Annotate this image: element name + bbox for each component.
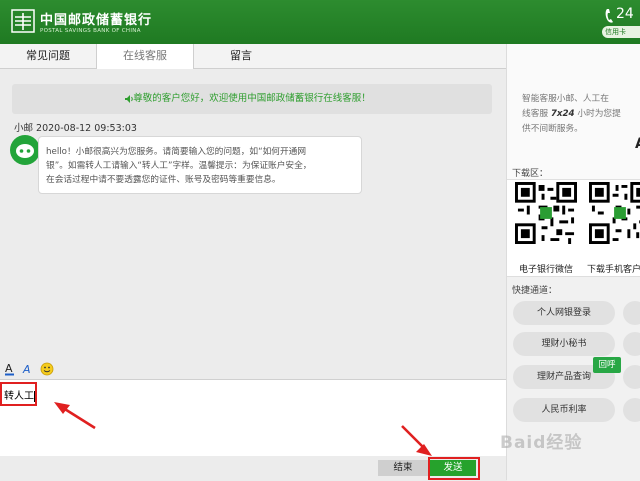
highlight-send-box <box>428 457 480 480</box>
hotline-badge[interactable]: 24 信用卡 <box>602 6 640 40</box>
baidu-watermark: Baid经验 <box>500 433 583 453</box>
input-toolbar: A A <box>0 359 506 380</box>
right-sidebar: 智能客服小邮、人工在 线客服 7x24 小时为您提 供不间断服务。 A 下载区：… <box>506 44 640 481</box>
quick-rmb-interest-rate[interactable]: 人民币利率 <box>513 398 615 422</box>
welcome-notice-text: 尊敬的客户您好，欢迎使用中国邮政储蓄银行在线客服！ <box>133 93 371 104</box>
brand-name-en: POSTAL SAVINGS BANK OF CHINA <box>40 28 141 34</box>
quick-title: 快捷通道： <box>512 286 558 296</box>
download-area: 电子银行微信 下载手机客户 <box>507 179 640 288</box>
intro-line: 线客服 7x24 小时为您提 <box>522 109 621 119</box>
quick-item-clipped[interactable] <box>623 398 640 422</box>
hotline-label: 信用卡 <box>602 26 640 38</box>
tab-faq[interactable]: 常见问题 <box>10 44 86 68</box>
robot-face-icon <box>16 144 34 158</box>
quick-item-clipped[interactable] <box>623 332 640 356</box>
quick-personal-banking-login[interactable]: 个人网银登录 <box>513 301 615 325</box>
clipped-letter: A <box>635 136 640 152</box>
brand-name-cn: 中国邮政储蓄银行 <box>40 13 153 28</box>
message-line: hello！小邮很高兴为您服务。请简要输入您的问题，如“如何开通网 <box>46 147 307 157</box>
header-bar: 中国邮政储蓄银行 POSTAL SAVINGS BANK OF CHINA 24… <box>0 0 640 44</box>
welcome-notice: 尊敬的客户您好，欢迎使用中国邮政储蓄银行在线客服！ <box>12 84 492 114</box>
font-color-icon[interactable]: A <box>4 362 18 376</box>
psbc-logo-icon <box>11 9 35 33</box>
download-title: 下载区： <box>512 169 549 179</box>
message-line: 银”。如需转人工请输入“转人工”字样。温馨提示：为保证账户安全， <box>46 161 312 171</box>
intro-line: 智能客服小邮、人工在 <box>522 94 609 104</box>
qr-label-wechat: 电子银行微信 <box>519 265 574 275</box>
emoji-icon[interactable] <box>40 362 54 376</box>
callback-button[interactable]: 回呼 <box>593 357 621 373</box>
message-sender-time: 小邮 2020-08-12 09:53:03 <box>14 123 137 134</box>
qr-label-app: 下载手机客户 <box>587 265 640 275</box>
qr-code-wechat[interactable] <box>515 182 577 244</box>
quick-wealth-assistant[interactable]: 理财小秘书 <box>513 332 615 356</box>
bank-logo: 中国邮政储蓄银行 POSTAL SAVINGS BANK OF CHINA <box>10 8 160 38</box>
message-bubble: hello！小邮很高兴为您服务。请简要输入您的问题，如“如何开通网 银”。如需转… <box>38 136 362 194</box>
message-text: hello！小邮很高兴为您服务。请简要输入您的问题，如“如何开通网 银”。如需转… <box>46 145 356 187</box>
chat-panel: 尊敬的客户您好，欢迎使用中国邮政储蓄银行在线客服！ 小邮 2020-08-12 … <box>0 69 506 359</box>
intro-hours: 7x24 <box>550 109 575 119</box>
bot-avatar <box>10 135 40 165</box>
phone-icon <box>605 9 613 23</box>
qr-code-app[interactable] <box>589 182 640 244</box>
message-input-area[interactable]: 转人工 <box>0 380 506 456</box>
tab-message[interactable]: 留言 <box>206 44 276 68</box>
tab-online-service[interactable]: 在线客服 <box>96 44 194 69</box>
highlight-input-box <box>0 382 37 406</box>
svg-text:A: A <box>22 363 31 376</box>
service-intro: 智能客服小邮、人工在 线客服 7x24 小时为您提 供不间断服务。 <box>522 92 640 137</box>
tab-bar: 常见问题 在线客服 留言 <box>0 44 506 69</box>
end-button[interactable]: 结束 <box>378 460 428 476</box>
quick-item-clipped[interactable] <box>623 365 640 389</box>
intro-line: 供不间断服务。 <box>522 124 583 134</box>
font-style-icon[interactable]: A <box>22 362 36 376</box>
quick-item-clipped[interactable] <box>623 301 640 325</box>
hotline-number: 24 <box>616 6 634 22</box>
svg-text:A: A <box>5 362 13 375</box>
message-line: 在会话过程中请不要透露您的证件、账号及密码等重要信息。 <box>46 175 281 185</box>
